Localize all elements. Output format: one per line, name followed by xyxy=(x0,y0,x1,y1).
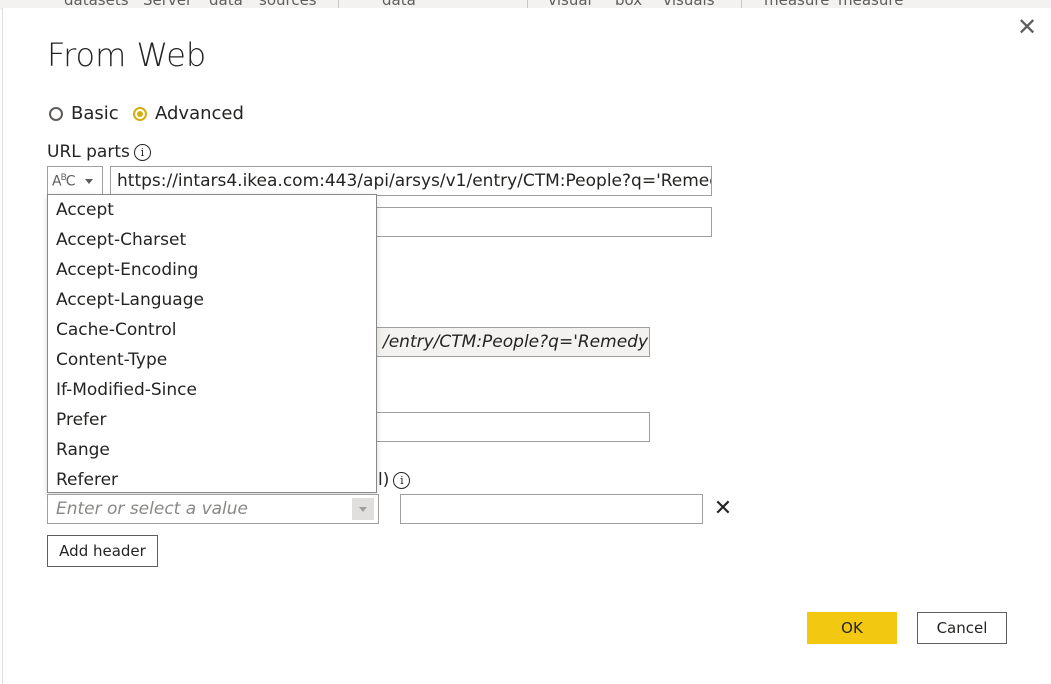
header-name-dropdown-list: Accept Accept-Charset Accept-Encoding Ac… xyxy=(47,194,377,493)
remove-header-icon[interactable]: ✕ xyxy=(712,498,734,520)
timeout-input[interactable] xyxy=(376,412,650,442)
ok-button[interactable]: OK xyxy=(807,612,897,644)
header-value-input[interactable] xyxy=(400,494,703,524)
chevron-down-icon xyxy=(84,178,93,184)
url-part-type-dropdown[interactable]: ABC xyxy=(47,166,103,196)
radio-empty-icon xyxy=(49,106,63,121)
advanced-radio[interactable]: Advanced xyxy=(133,103,244,124)
add-header-button[interactable]: Add header xyxy=(47,535,158,567)
info-icon[interactable]: i xyxy=(393,471,411,489)
info-icon[interactable]: i xyxy=(133,143,151,161)
dropdown-option[interactable]: Accept-Charset xyxy=(48,225,376,255)
dropdown-option[interactable]: If-Modified-Since xyxy=(48,375,376,405)
combobox-toggle-button[interactable] xyxy=(352,498,374,520)
chevron-down-icon xyxy=(359,506,367,512)
url-parts-label-text: URL parts xyxy=(47,142,130,162)
dropdown-option[interactable]: Accept xyxy=(48,195,376,225)
header-name-combobox[interactable]: Enter or select a value xyxy=(47,494,379,524)
cancel-button[interactable]: Cancel xyxy=(917,612,1007,644)
dropdown-option[interactable]: Referer xyxy=(48,465,376,495)
radio-selected-icon xyxy=(133,106,147,121)
url-parts-label: URL parts i xyxy=(47,142,151,162)
dropdown-option[interactable]: Content-Type xyxy=(48,345,376,375)
url-part-input-2[interactable] xyxy=(376,207,712,237)
dropdown-option[interactable]: Accept-Encoding xyxy=(48,255,376,285)
header-value-label: l) i xyxy=(378,470,411,490)
basic-radio-label: Basic xyxy=(71,103,119,124)
header-value-label-text: l) xyxy=(378,470,390,490)
advanced-radio-label: Advanced xyxy=(155,103,244,124)
url-part-input[interactable]: https://intars4.ikea.com:443/api/arsys/v… xyxy=(110,166,712,196)
close-icon[interactable]: ✕ xyxy=(1016,15,1038,39)
header-name-placeholder: Enter or select a value xyxy=(56,499,248,519)
dropdown-option[interactable]: Cache-Control xyxy=(48,315,376,345)
url-preview-field: /entry/CTM:People?q='Remedy Log xyxy=(376,327,650,357)
dropdown-option[interactable]: Range xyxy=(48,435,376,465)
dropdown-option[interactable]: Accept-Language xyxy=(48,285,376,315)
basic-radio[interactable]: Basic xyxy=(49,103,119,124)
abc-text-icon: ABC xyxy=(52,172,76,190)
dropdown-option[interactable]: Prefer xyxy=(48,405,376,435)
dialog-title: From Web xyxy=(47,36,207,74)
